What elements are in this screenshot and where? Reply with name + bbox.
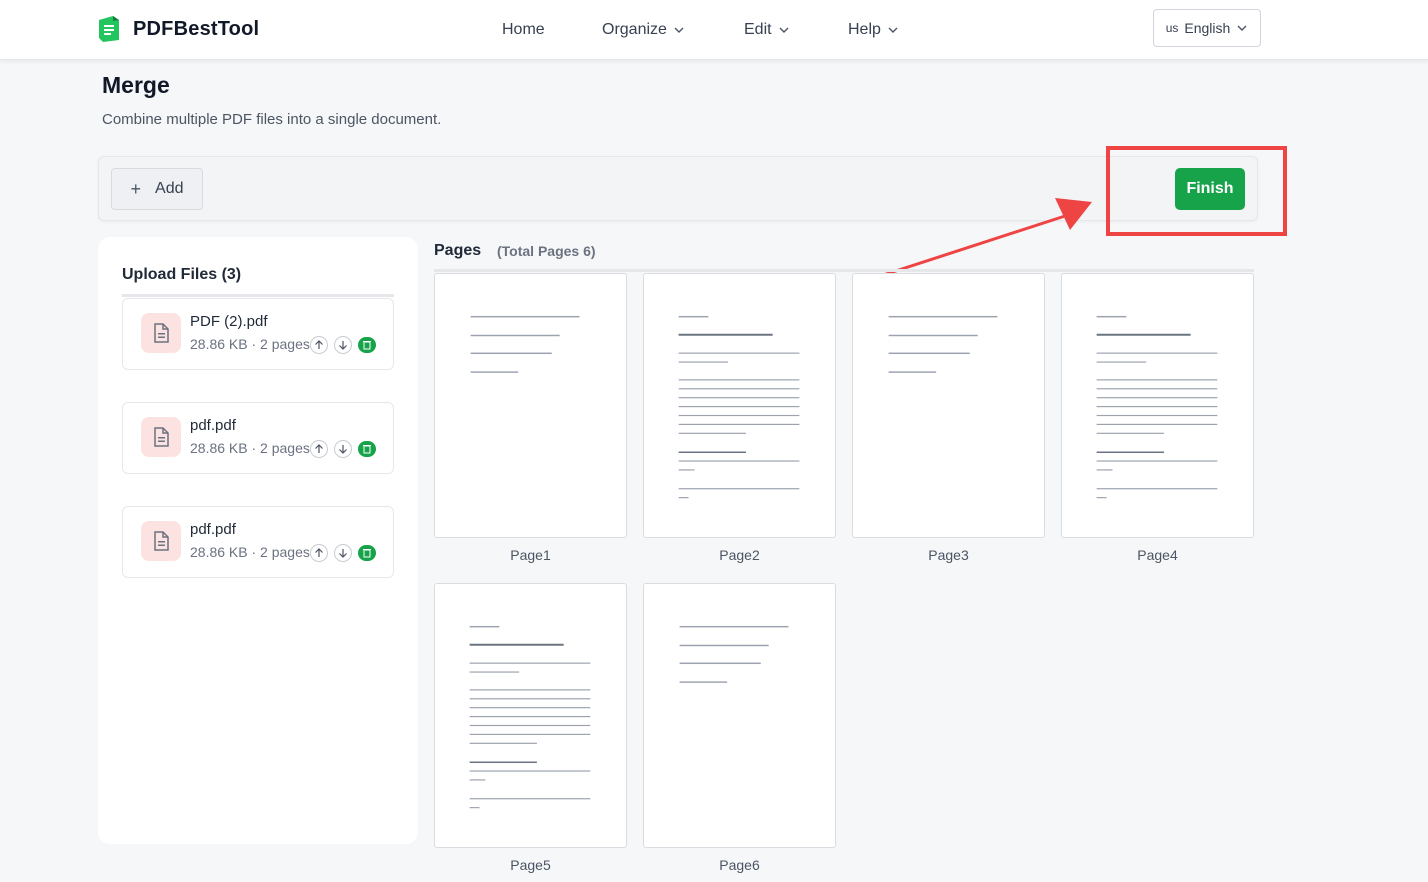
delete-icon[interactable] <box>358 545 376 561</box>
page-thumbnail[interactable] <box>1061 273 1254 538</box>
file-name: pdf.pdf <box>190 417 236 434</box>
page-label: Page5 <box>510 857 551 873</box>
move-up-icon[interactable] <box>310 336 328 354</box>
divider <box>434 269 1254 272</box>
file-item[interactable]: pdf.pdf 28.86 KB · 2 pages <box>122 402 394 474</box>
language-select[interactable]: us English <box>1153 9 1261 47</box>
delete-icon[interactable] <box>358 441 376 457</box>
divider <box>122 294 394 297</box>
flag-icon: us <box>1165 21 1179 35</box>
page-label: Page3 <box>928 547 969 563</box>
move-up-icon[interactable] <box>310 440 328 458</box>
move-up-icon[interactable] <box>310 544 328 562</box>
nav-help-label: Help <box>848 21 881 38</box>
chevron-down-icon <box>888 27 898 33</box>
nav-edit[interactable]: Edit <box>744 0 790 60</box>
file-document-icon <box>141 313 181 353</box>
page-preview-icon <box>469 625 591 809</box>
file-actions <box>310 440 376 458</box>
page-subtitle: Combine multiple PDF files into a single… <box>102 111 442 128</box>
plus-icon: + <box>130 178 142 199</box>
page-thumbnail[interactable] <box>643 583 836 848</box>
nav-help[interactable]: Help <box>848 0 899 60</box>
logo[interactable]: PDFBestTool <box>97 14 259 44</box>
page-preview-icon <box>679 625 789 683</box>
page-thumbnail[interactable] <box>434 273 627 538</box>
page-preview-icon <box>888 315 998 373</box>
file-name: PDF (2).pdf <box>190 313 268 330</box>
page-label: Page6 <box>719 857 760 873</box>
page-thumbnail[interactable] <box>852 273 1045 538</box>
add-button-label: Add <box>155 180 184 197</box>
pages-label: Pages <box>434 242 482 259</box>
file-item[interactable]: PDF (2).pdf 28.86 KB · 2 pages <box>122 298 394 370</box>
file-document-icon <box>141 417 181 457</box>
nav-edit-label: Edit <box>744 21 772 38</box>
move-down-icon[interactable] <box>334 544 352 562</box>
file-document-icon <box>141 521 181 561</box>
add-button[interactable]: + Add <box>111 168 203 210</box>
pages-total: (Total Pages 6) <box>497 243 596 259</box>
pdfbesttool-logo-icon <box>97 14 123 44</box>
upload-files-panel: Upload Files (3) PDF (2).pdf 28.86 KB · … <box>98 237 418 844</box>
page-preview-icon <box>1096 315 1218 499</box>
chevron-down-icon <box>779 27 789 33</box>
chevron-down-icon <box>1237 25 1247 31</box>
nav-home-label: Home <box>502 21 545 38</box>
delete-icon[interactable] <box>358 337 376 353</box>
page-preview-icon <box>470 315 580 373</box>
page-label: Page2 <box>719 547 760 563</box>
app-name: PDFBestTool <box>133 17 260 40</box>
highlight-box <box>1106 146 1287 236</box>
move-down-icon[interactable] <box>334 336 352 354</box>
nav-organize-label: Organize <box>602 21 667 38</box>
page-thumbnail[interactable] <box>643 273 836 538</box>
file-meta: 28.86 KB · 2 pages <box>190 544 310 560</box>
page-preview-icon <box>678 315 800 499</box>
page-label: Page4 <box>1137 547 1178 563</box>
upload-files-title: Upload Files (3) <box>122 266 242 283</box>
move-down-icon[interactable] <box>334 440 352 458</box>
language-label: English <box>1184 20 1231 36</box>
nav-organize[interactable]: Organize <box>602 0 685 60</box>
file-name: pdf.pdf <box>190 521 236 538</box>
page-thumbnail[interactable] <box>434 583 627 848</box>
file-item[interactable]: pdf.pdf 28.86 KB · 2 pages <box>122 506 394 578</box>
page-label: Page1 <box>510 547 551 563</box>
chevron-down-icon <box>674 27 684 33</box>
top-header: PDFBestTool Home Organize Edit Help us E… <box>0 0 1428 60</box>
nav-home[interactable]: Home <box>502 0 545 60</box>
file-meta: 28.86 KB · 2 pages <box>190 440 310 456</box>
file-actions <box>310 336 376 354</box>
file-meta: 28.86 KB · 2 pages <box>190 336 310 352</box>
file-actions <box>310 544 376 562</box>
page-title: Merge <box>102 72 170 98</box>
